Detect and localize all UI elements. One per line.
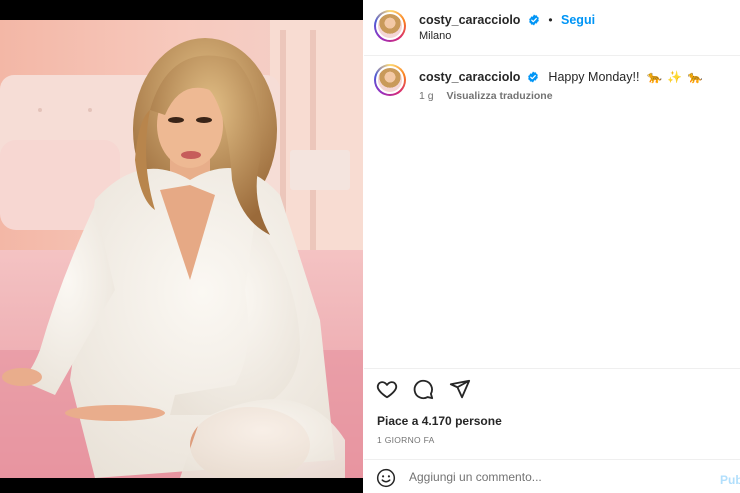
post-photo[interactable] (0, 20, 363, 478)
verified-badge-icon (527, 71, 539, 86)
post-header: costy_caracciolo • Segui Milano (364, 0, 740, 56)
caption-emojis: 🐆 ✨ 🐆 (646, 70, 704, 84)
separator-dot: • (548, 13, 553, 27)
translate-link[interactable]: Visualizza traduzione (447, 90, 553, 102)
caption-meta: 1 g Visualizza traduzione (419, 90, 553, 102)
paper-plane-icon[interactable] (449, 378, 473, 402)
caption-line: costy_caracciolo Happy Monday!! 🐆 ✨ 🐆 (419, 70, 703, 86)
author-avatar[interactable] (374, 10, 406, 42)
follow-button[interactable]: Segui (561, 13, 595, 27)
caption-avatar[interactable] (374, 64, 406, 96)
author-username[interactable]: costy_caracciolo (419, 13, 520, 27)
author-line: costy_caracciolo • Segui (419, 11, 595, 31)
caption-username[interactable]: costy_caracciolo (419, 70, 520, 84)
likes-count[interactable]: Piace a 4.170 persone (377, 414, 502, 428)
time-ago[interactable]: 1 g (419, 90, 434, 102)
comment-bar: Pubblica (364, 459, 740, 493)
caption-text: Happy Monday!! (548, 70, 640, 84)
verified-badge-icon (528, 13, 540, 31)
comment-bubble-icon[interactable] (412, 378, 436, 402)
post-sidebar: costy_caracciolo • Segui Milano costy_ca… (364, 0, 740, 493)
publish-button[interactable]: Pubblica (720, 473, 740, 487)
post-location[interactable]: Milano (419, 30, 451, 42)
post-image-panel (0, 0, 363, 493)
smiley-face-icon[interactable] (376, 468, 396, 488)
post-date: 1 GIORNO FA (377, 435, 435, 445)
heart-icon[interactable] (376, 378, 400, 402)
divider (364, 368, 740, 369)
comment-input[interactable] (409, 465, 699, 489)
post-actions (376, 378, 481, 402)
